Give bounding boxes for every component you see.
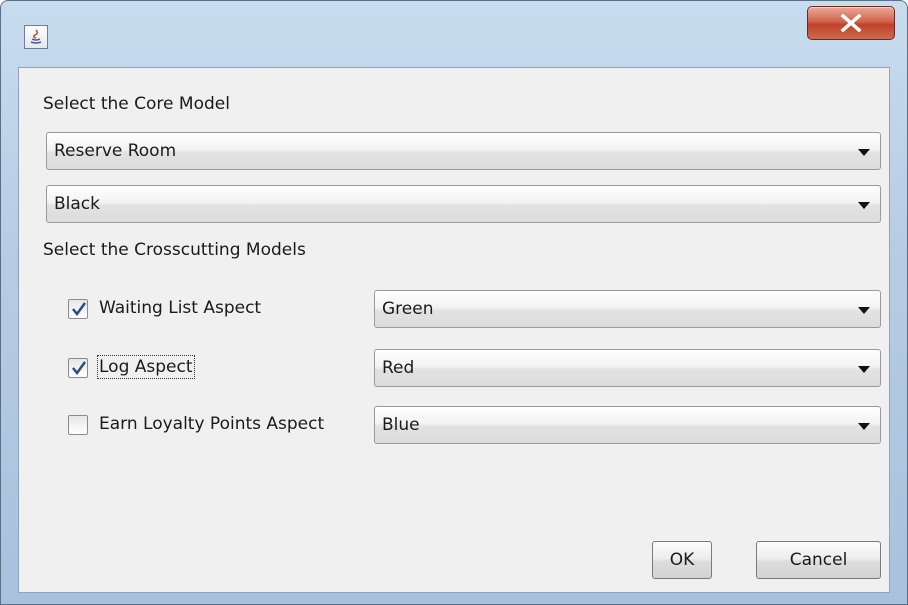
log-aspect-color-value: Red (382, 358, 415, 378)
loyalty-points-color-value: Blue (382, 415, 420, 435)
core-model-label: Select the Core Model (43, 94, 230, 114)
dialog-window: Select the Core Model Reserve Room Black… (0, 0, 908, 605)
core-color-select[interactable]: Black (46, 185, 881, 223)
crosscutting-label: Select the Crosscutting Models (43, 240, 306, 260)
log-aspect-checkbox[interactable] (68, 358, 88, 378)
core-model-value: Reserve Room (54, 141, 177, 161)
core-model-select[interactable]: Reserve Room (46, 132, 881, 170)
check-icon (72, 302, 87, 317)
ok-button[interactable]: OK (652, 541, 712, 579)
loyalty-points-label[interactable]: Earn Loyalty Points Aspect (99, 414, 324, 434)
check-icon (72, 361, 87, 376)
chevron-down-icon (858, 202, 870, 209)
cancel-button[interactable]: Cancel (756, 541, 881, 579)
title-bar[interactable] (1, 1, 907, 67)
waiting-list-color-value: Green (382, 299, 434, 319)
dialog-content: Select the Core Model Reserve Room Black… (18, 67, 890, 593)
log-aspect-label[interactable]: Log Aspect (97, 355, 195, 379)
close-button[interactable] (807, 6, 895, 40)
loyalty-points-checkbox[interactable] (68, 415, 88, 435)
waiting-list-label[interactable]: Waiting List Aspect (99, 298, 261, 318)
chevron-down-icon (858, 366, 870, 373)
loyalty-points-color-select[interactable]: Blue (374, 406, 881, 444)
log-aspect-color-select[interactable]: Red (374, 349, 881, 387)
chevron-down-icon (858, 423, 870, 430)
chevron-down-icon (858, 149, 870, 156)
waiting-list-color-select[interactable]: Green (374, 290, 881, 328)
java-app-icon (24, 25, 48, 49)
chevron-down-icon (858, 307, 870, 314)
waiting-list-checkbox[interactable] (68, 299, 88, 319)
close-icon (840, 14, 862, 32)
core-color-value: Black (54, 194, 100, 214)
